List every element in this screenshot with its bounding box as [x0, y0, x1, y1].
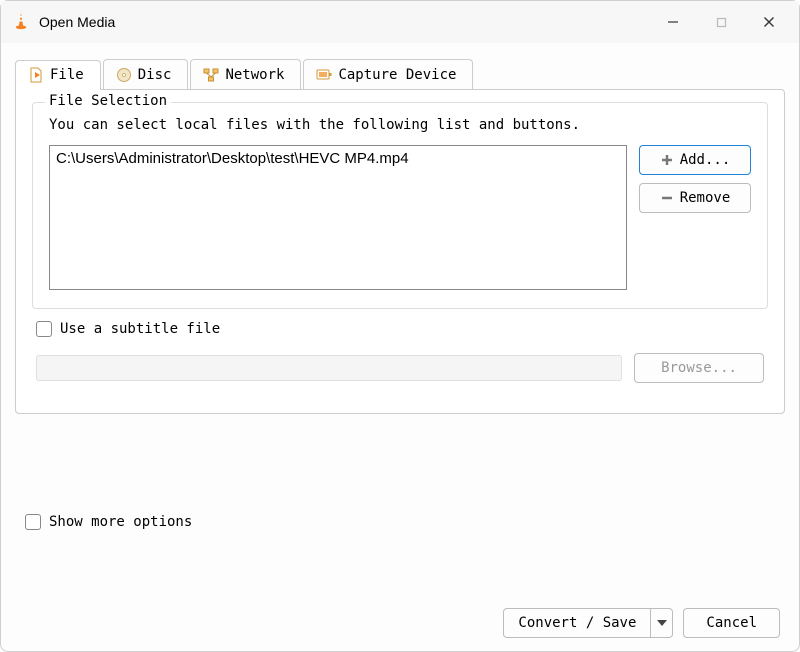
close-button[interactable]: [759, 12, 779, 32]
file-list-item[interactable]: C:\Users\Administrator\Desktop\test\HEVC…: [56, 150, 620, 167]
vlc-cone-icon: [11, 12, 31, 32]
file-selection-legend: File Selection: [45, 93, 171, 109]
cancel-button[interactable]: Cancel: [683, 608, 780, 638]
subtitle-checkbox-label: Use a subtitle file: [60, 321, 220, 337]
tab-label: Network: [225, 67, 284, 83]
tab-disc[interactable]: Disc: [103, 59, 189, 89]
button-label: Remove: [680, 190, 731, 206]
capture-device-icon: [316, 67, 332, 83]
remove-file-button[interactable]: Remove: [639, 183, 751, 213]
button-label: Cancel: [706, 615, 757, 631]
tab-panel-file: File Selection You can select local file…: [15, 89, 785, 414]
button-label: Add...: [680, 152, 731, 168]
titlebar: Open Media: [1, 1, 799, 43]
convert-save-splitbutton: Convert / Save: [503, 608, 673, 638]
tab-file[interactable]: File: [15, 60, 101, 90]
dialog-footer: Convert / Save Cancel: [503, 608, 780, 638]
convert-save-dropdown[interactable]: [651, 608, 673, 638]
chevron-down-icon: [657, 620, 667, 626]
tab-label: Disc: [138, 67, 172, 83]
tab-label: Capture Device: [338, 67, 456, 83]
tab-network[interactable]: Network: [190, 59, 301, 89]
add-file-button[interactable]: Add...: [639, 145, 751, 175]
file-list[interactable]: C:\Users\Administrator\Desktop\test\HEVC…: [49, 145, 627, 290]
tabs: File Disc Network Capture Device: [15, 59, 785, 89]
subtitle-path-input: [36, 355, 622, 381]
show-more-options-row: Show more options: [15, 514, 785, 530]
subtitle-row: Use a subtitle file: [32, 321, 768, 337]
button-label: Convert / Save: [518, 615, 636, 631]
subtitle-checkbox[interactable]: [36, 321, 52, 337]
file-selection-group: File Selection You can select local file…: [32, 102, 768, 309]
file-selection-description: You can select local files with the foll…: [49, 117, 751, 133]
maximize-button[interactable]: [711, 12, 731, 32]
button-label: Browse...: [661, 360, 737, 376]
show-more-options-label: Show more options: [49, 514, 192, 530]
file-icon: [28, 67, 44, 83]
window-title: Open Media: [39, 14, 663, 30]
network-icon: [203, 67, 219, 83]
disc-icon: [116, 67, 132, 83]
plus-icon: [660, 153, 674, 167]
browse-subtitle-button: Browse...: [634, 353, 764, 383]
convert-save-button[interactable]: Convert / Save: [503, 608, 651, 638]
minus-icon: [660, 191, 674, 205]
minimize-button[interactable]: [663, 12, 683, 32]
tab-label: File: [50, 67, 84, 83]
tab-capture-device[interactable]: Capture Device: [303, 59, 473, 89]
window-controls: [663, 12, 779, 32]
subtitle-browse-row: Browse...: [32, 353, 768, 383]
show-more-options-checkbox[interactable]: [25, 514, 41, 530]
